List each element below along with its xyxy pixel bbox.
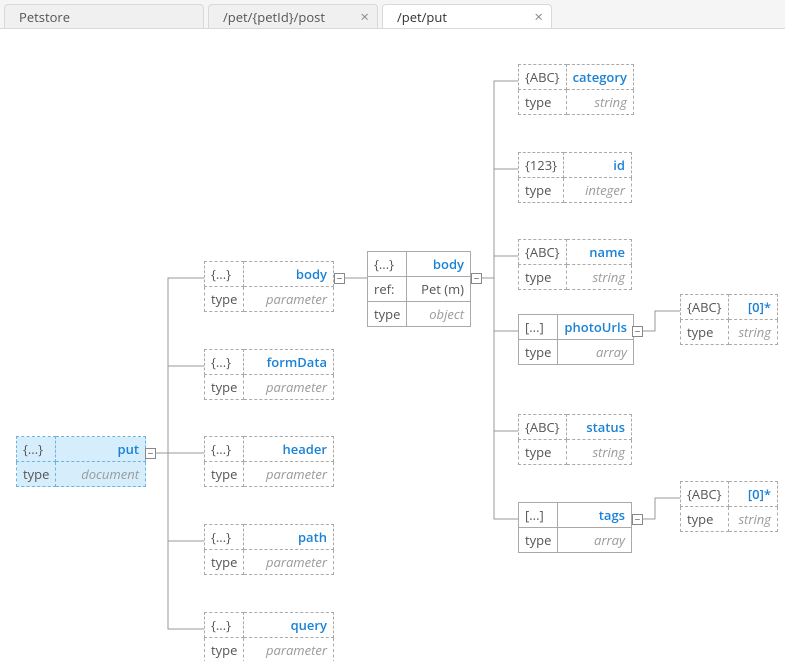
tab-active[interactable]: /pet/put × — [382, 4, 552, 28]
row-val: document — [56, 462, 146, 487]
tab-label: /pet/put — [397, 8, 447, 26]
type-icon: {...} — [205, 525, 244, 550]
close-icon[interactable]: × — [534, 5, 543, 29]
toggle-icon[interactable]: − — [632, 326, 643, 337]
row-val: string — [566, 90, 633, 115]
type-icon: {...} — [368, 252, 407, 277]
node-name: query — [244, 613, 334, 638]
row-val: array — [558, 340, 634, 365]
node-tags[interactable]: [...]tags typearray — [518, 502, 632, 553]
type-icon: [...] — [519, 315, 558, 340]
row-val: parameter — [244, 287, 334, 312]
toggle-icon[interactable]: − — [471, 273, 482, 284]
node-name: [0]* — [728, 295, 777, 320]
row-val: string — [566, 265, 631, 290]
row-key: type — [519, 90, 567, 115]
row-key: type — [519, 178, 564, 203]
node-param-body[interactable]: {...}body typeparameter — [204, 261, 334, 312]
row-val: string — [566, 440, 631, 465]
row-key: type — [519, 265, 567, 290]
type-icon: {ABC} — [519, 240, 567, 265]
node-name: tags — [558, 503, 632, 528]
type-icon: {ABC} — [681, 482, 729, 507]
node-name-field[interactable]: {ABC}name typestring — [518, 239, 632, 290]
type-icon: {ABC} — [519, 415, 567, 440]
node-category[interactable]: {ABC}category typestring — [518, 64, 632, 115]
connectors — [0, 29, 785, 661]
node-status[interactable]: {ABC}status typestring — [518, 414, 632, 465]
node-put[interactable]: {...}put typedocument — [16, 436, 146, 487]
row-val: array — [558, 528, 632, 553]
row-key: type — [205, 375, 244, 400]
row-key: type — [519, 528, 558, 553]
row-key: type — [681, 507, 729, 532]
row-key: type — [519, 340, 558, 365]
node-param-header[interactable]: {...}header typeparameter — [204, 436, 334, 487]
type-icon: {...} — [205, 437, 244, 462]
row-key: ref: — [368, 277, 407, 302]
type-icon: {...} — [205, 262, 244, 287]
tab-inactive[interactable]: /pet/{petId}/post × — [208, 4, 378, 28]
row-key: type — [205, 550, 244, 575]
row-val: parameter — [244, 375, 334, 400]
row-val: string — [728, 320, 777, 345]
row-key: type — [205, 638, 244, 661]
row-val: parameter — [244, 550, 334, 575]
node-id[interactable]: {123}id typeinteger — [518, 152, 632, 203]
node-body[interactable]: {...}body ref:Pet (m) typeobject — [367, 251, 471, 327]
type-icon: {ABC} — [519, 65, 567, 90]
type-icon: [...] — [519, 503, 558, 528]
node-photourls[interactable]: [...]photoUrls typearray — [518, 314, 632, 365]
row-val: parameter — [244, 462, 334, 487]
type-icon: {...} — [17, 437, 56, 462]
node-name: body — [244, 262, 334, 287]
row-val: Pet (m) — [407, 277, 471, 302]
type-icon: {ABC} — [681, 295, 729, 320]
node-name: status — [566, 415, 631, 440]
row-key: type — [17, 462, 56, 487]
node-name: put — [56, 437, 146, 462]
tab-root[interactable]: Petstore — [4, 4, 204, 28]
close-icon[interactable]: × — [360, 5, 369, 29]
row-key: type — [681, 320, 729, 345]
tab-bar: Petstore /pet/{petId}/post × /pet/put × — [0, 0, 785, 29]
row-val: object — [407, 302, 471, 327]
node-name: path — [244, 525, 334, 550]
node-name: header — [244, 437, 334, 462]
node-name: formData — [244, 350, 334, 375]
row-key: type — [368, 302, 407, 327]
node-name: category — [566, 65, 633, 90]
node-name: photoUrls — [558, 315, 634, 340]
row-key: type — [205, 462, 244, 487]
tab-label: /pet/{petId}/post — [223, 8, 325, 26]
tab-label: Petstore — [19, 8, 70, 26]
type-icon: {123} — [519, 153, 564, 178]
node-photourls-item[interactable]: {ABC}[0]* typestring — [680, 294, 778, 345]
row-val: parameter — [244, 638, 334, 661]
node-tags-item[interactable]: {ABC}[0]* typestring — [680, 481, 778, 532]
type-icon: {...} — [205, 613, 244, 638]
row-key: type — [519, 440, 567, 465]
toggle-icon[interactable]: − — [334, 273, 345, 284]
diagram-canvas: {...}put typedocument − {...}body typepa… — [0, 29, 785, 661]
node-param-query[interactable]: {...}query typeparameter — [204, 612, 334, 661]
row-key: type — [205, 287, 244, 312]
toggle-icon[interactable]: − — [632, 514, 643, 525]
node-param-formdata[interactable]: {...}formData typeparameter — [204, 349, 334, 400]
node-name: name — [566, 240, 631, 265]
toggle-icon[interactable]: − — [145, 448, 156, 459]
node-name: id — [564, 153, 632, 178]
row-val: string — [728, 507, 777, 532]
type-icon: {...} — [205, 350, 244, 375]
row-val: integer — [564, 178, 632, 203]
node-param-path[interactable]: {...}path typeparameter — [204, 524, 334, 575]
node-name: [0]* — [728, 482, 777, 507]
node-name: body — [407, 252, 471, 277]
